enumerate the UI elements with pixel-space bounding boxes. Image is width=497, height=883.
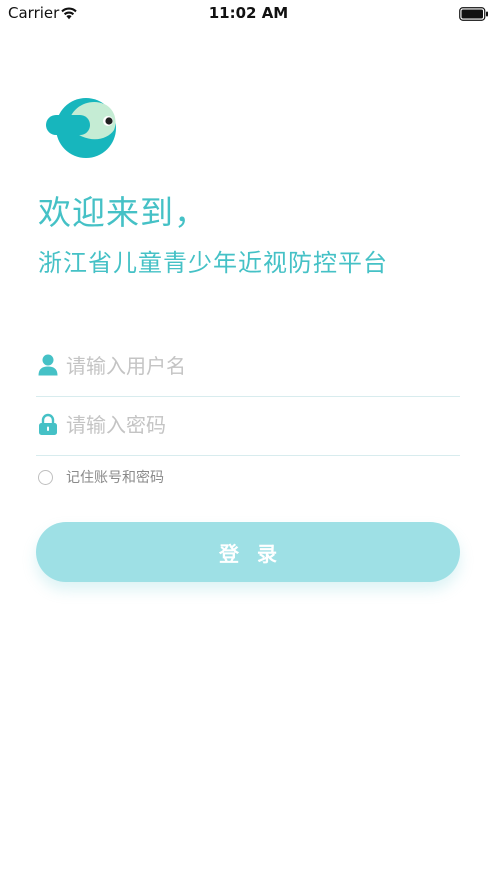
battery-icon [459, 6, 489, 25]
remember-option[interactable]: 记住账号和密码 [38, 467, 164, 487]
login-button[interactable]: 登录 [36, 522, 460, 582]
status-time: 11:02 AM [208, 4, 289, 22]
username-input[interactable] [66, 349, 446, 383]
password-input[interactable] [66, 408, 446, 442]
user-icon [38, 354, 58, 376]
welcome-title: 欢迎来到， [38, 193, 208, 232]
app-logo [44, 96, 118, 160]
remember-label: 记住账号和密码 [66, 470, 164, 486]
remember-checkbox[interactable] [38, 469, 53, 485]
status-bar: Carrier 11:02 AM [0, 0, 497, 26]
lock-icon [38, 413, 58, 435]
platform-name: 浙江省儿童青少年近视防控平台 [38, 249, 388, 277]
username-field [36, 347, 460, 397]
fish-logo-icon [44, 98, 118, 164]
password-field [36, 406, 460, 456]
